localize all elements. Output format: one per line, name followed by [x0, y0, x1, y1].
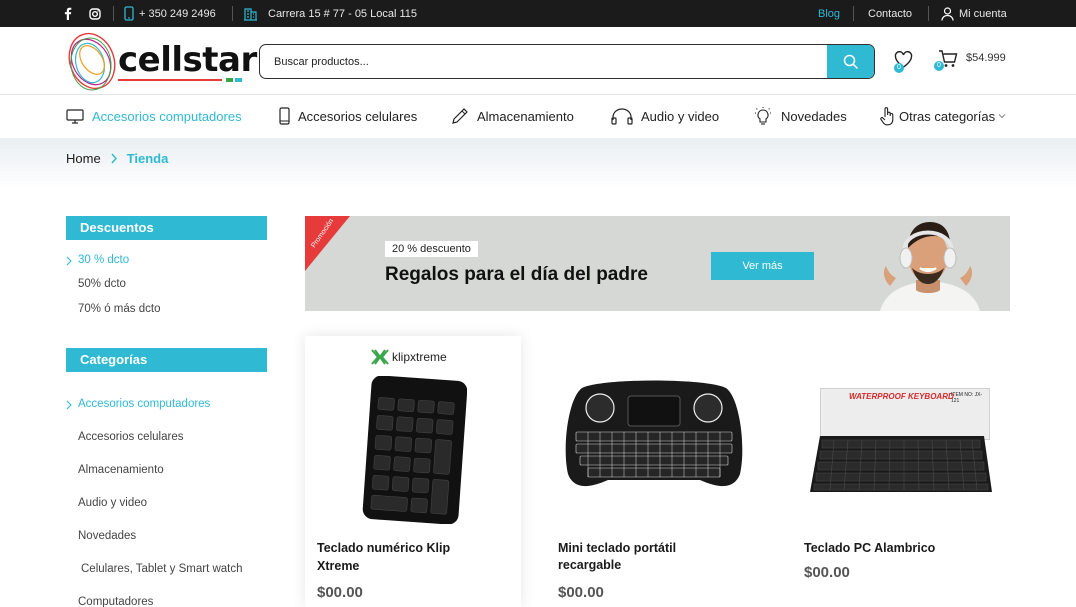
nav-item-accesorios-computadores[interactable]: Accesorios computadores	[66, 96, 242, 136]
divider	[853, 6, 854, 21]
building-icon	[244, 8, 257, 21]
divider	[232, 6, 233, 21]
pen-icon	[452, 108, 468, 124]
chevron-right-icon	[111, 153, 117, 164]
category-novedades[interactable]: Novedades	[78, 530, 136, 542]
category-audio-video[interactable]: Audio y video	[78, 497, 147, 509]
mobile-icon	[124, 6, 134, 21]
nav-label: Novedades	[781, 108, 847, 124]
store-address: Carrera 15 # 77 - 05 Local 115	[268, 7, 417, 20]
search-input[interactable]	[260, 45, 828, 78]
nav-label: Otras categorías	[899, 108, 996, 124]
discount-70[interactable]: 70% ó más dcto	[78, 303, 160, 315]
discount-50[interactable]: 50% dcto	[78, 278, 126, 290]
product-price: $00.00	[558, 584, 604, 601]
cart-count-badge: 0	[934, 61, 944, 71]
cellstar-logo[interactable]: cellstar	[66, 30, 257, 92]
nav-item-almacenamiento[interactable]: Almacenamiento	[451, 96, 574, 136]
discounts-heading: Descuentos	[66, 216, 267, 240]
hand-pointer-icon	[880, 106, 894, 125]
breadcrumb-home[interactable]: Home	[66, 151, 101, 166]
product-card[interactable]: Mini teclado portátil recargable $00.00	[546, 336, 762, 607]
account-link[interactable]: Mi cuenta	[941, 0, 1007, 27]
mini-keyboard-image	[565, 380, 743, 487]
nav-label: Audio y video	[641, 108, 720, 124]
brand-label: klipxtreme	[392, 350, 447, 364]
category-almacenamiento[interactable]: Almacenamiento	[78, 464, 164, 476]
chevron-down-icon	[998, 114, 1006, 119]
headphones-icon	[611, 108, 633, 125]
category-accesorios-computadores[interactable]: Accesorios computadores	[78, 398, 210, 410]
chevron-right-icon	[66, 400, 72, 410]
logo-wordmark: cellstar	[118, 40, 257, 80]
klipxtreme-logo: klipxtreme	[371, 349, 447, 365]
account-label: Mi cuenta	[959, 7, 1007, 20]
logo-flag-green	[226, 78, 233, 82]
chevron-right-icon	[66, 256, 72, 266]
logo-swirl-icon	[68, 32, 116, 91]
search-bar	[259, 44, 875, 79]
divider	[113, 6, 114, 21]
product-name[interactable]: Teclado numérico Klip	[317, 539, 450, 557]
nav-label: Almacenamiento	[477, 108, 574, 124]
category-accesorios-celulares[interactable]: Accesorios celulares	[78, 431, 183, 443]
category-nav: Accesorios computadores Accesorios celul…	[0, 96, 1076, 138]
product-name-line2[interactable]: recargable	[558, 556, 621, 574]
promo-banner[interactable]: Promoción 20 % descuento Regalos para el…	[305, 216, 1010, 311]
wishlist-button[interactable]: 0	[894, 51, 913, 73]
divider	[928, 6, 929, 21]
cart-button[interactable]: 0	[934, 49, 958, 73]
blog-link[interactable]: Blog	[818, 0, 840, 27]
product-price: $00.00	[317, 584, 363, 601]
promo-title: Regalos para el día del padre	[385, 264, 648, 285]
numeric-keypad-image	[362, 376, 467, 524]
monitor-icon	[66, 108, 84, 124]
user-icon	[941, 6, 954, 21]
facebook-icon[interactable]	[64, 0, 72, 27]
nav-item-accesorios-celulares[interactable]: Accesorios celulares	[279, 96, 417, 136]
address-info: Carrera 15 # 77 - 05 Local 115	[243, 0, 417, 27]
logo-underline	[118, 79, 222, 81]
promo-see-more-button[interactable]: Ver más	[711, 252, 814, 280]
product-name[interactable]: Teclado PC Alambrico	[804, 539, 935, 557]
product-name[interactable]: Mini teclado portátil	[558, 539, 676, 557]
breadcrumb-band: Home Tienda	[0, 138, 1076, 190]
phone-icon	[279, 107, 290, 125]
instagram-icon[interactable]	[89, 0, 101, 27]
product-card[interactable]: klipxtreme Teclado numérico Klip Xtreme …	[305, 336, 521, 607]
smiling-man-headphones-image	[880, 222, 980, 311]
phone-info[interactable]: + 350 249 2496	[124, 0, 216, 27]
site-header: cellstar 0 0 $54.999	[0, 27, 1076, 95]
lightbulb-icon	[755, 106, 771, 125]
logo-flag-blue	[235, 78, 242, 82]
phone-number: + 350 249 2496	[139, 7, 216, 20]
nav-item-otras-categorias[interactable]: Otras categorías	[880, 96, 1006, 136]
cart-total[interactable]: $54.999	[966, 52, 1006, 64]
nav-label: Accesorios celulares	[298, 108, 418, 124]
search-button[interactable]	[827, 45, 874, 78]
product-name-line2[interactable]: Xtreme	[317, 557, 359, 575]
promo-discount-tag: 20 % descuento	[385, 241, 478, 257]
box-item-number: ITEM NO: JX-121	[951, 392, 983, 404]
category-computadores[interactable]: Computadores	[78, 596, 153, 607]
wishlist-count-badge: 0	[894, 63, 904, 73]
product-card[interactable]: WATERPROOF KEYBOARD ITEM NO: JX-121 Tecl…	[794, 336, 1010, 607]
klip-x-icon	[371, 349, 389, 365]
categories-heading: Categorías	[66, 348, 267, 372]
top-bar: + 350 249 2496 Carrera 15 # 77 - 05 Loca…	[0, 0, 1076, 27]
product-price: $00.00	[804, 564, 850, 581]
nav-item-novedades[interactable]: Novedades	[753, 96, 847, 136]
category-celulares-tablet[interactable]: Celulares, Tablet y Smart watch	[81, 563, 243, 575]
search-icon	[843, 54, 858, 69]
discount-30[interactable]: 30 % dcto	[78, 254, 129, 266]
nav-label: Accesorios computadores	[92, 108, 242, 124]
nav-item-audio-video[interactable]: Audio y video	[611, 96, 719, 136]
wired-keyboard-image	[810, 436, 992, 492]
breadcrumb-current: Tienda	[126, 151, 169, 166]
breadcrumb: Home Tienda	[66, 151, 168, 166]
box-banner-text: WATERPROOF KEYBOARD	[849, 392, 954, 401]
contact-link[interactable]: Contacto	[868, 0, 912, 27]
